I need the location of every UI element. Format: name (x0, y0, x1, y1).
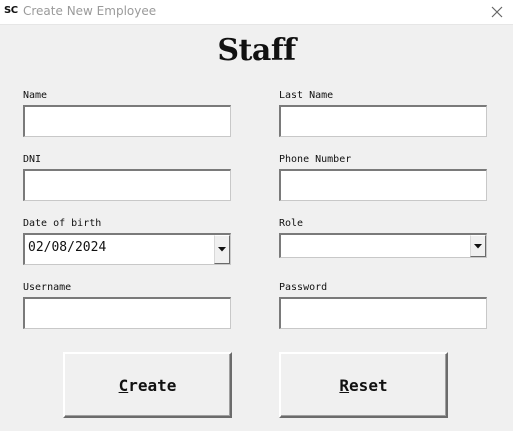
chevron-down-icon (218, 247, 226, 252)
page-title: Staff (217, 33, 296, 68)
date-of-birth-dropdown-button[interactable] (214, 235, 230, 264)
password-input[interactable] (279, 297, 487, 329)
phone-number-label: Phone Number (279, 154, 352, 165)
close-icon (491, 6, 503, 18)
window-title: Create New Employee (23, 4, 157, 18)
role-label: Role (279, 218, 304, 229)
role-select[interactable] (279, 233, 487, 258)
date-of-birth-picker[interactable]: 02/08/2024 (23, 233, 231, 265)
reset-button-mnemonic: R (339, 375, 350, 395)
app-icon: SC (4, 5, 18, 16)
reset-button[interactable]: Reset (279, 352, 448, 418)
name-input[interactable] (23, 105, 231, 137)
role-dropdown-button[interactable] (470, 235, 486, 257)
chevron-down-icon (474, 243, 482, 248)
dni-label: DNI (23, 154, 42, 165)
last-name-label: Last Name (279, 90, 334, 101)
username-label: Username (23, 282, 72, 293)
date-of-birth-label: Date of birth (23, 218, 102, 229)
username-input[interactable] (23, 297, 231, 329)
name-label: Name (23, 90, 48, 101)
create-button-mnemonic: C (118, 375, 129, 395)
dni-input[interactable] (23, 169, 231, 201)
last-name-input[interactable] (279, 105, 487, 137)
create-button[interactable]: Create (63, 352, 232, 418)
create-button-label: reate (128, 375, 177, 395)
close-button[interactable] (481, 0, 513, 24)
password-label: Password (279, 282, 328, 293)
phone-number-input[interactable] (279, 169, 487, 201)
title-bar: SC Create New Employee (0, 0, 513, 25)
reset-button-label: eset (349, 375, 388, 395)
date-of-birth-value: 02/08/2024 (28, 240, 107, 255)
